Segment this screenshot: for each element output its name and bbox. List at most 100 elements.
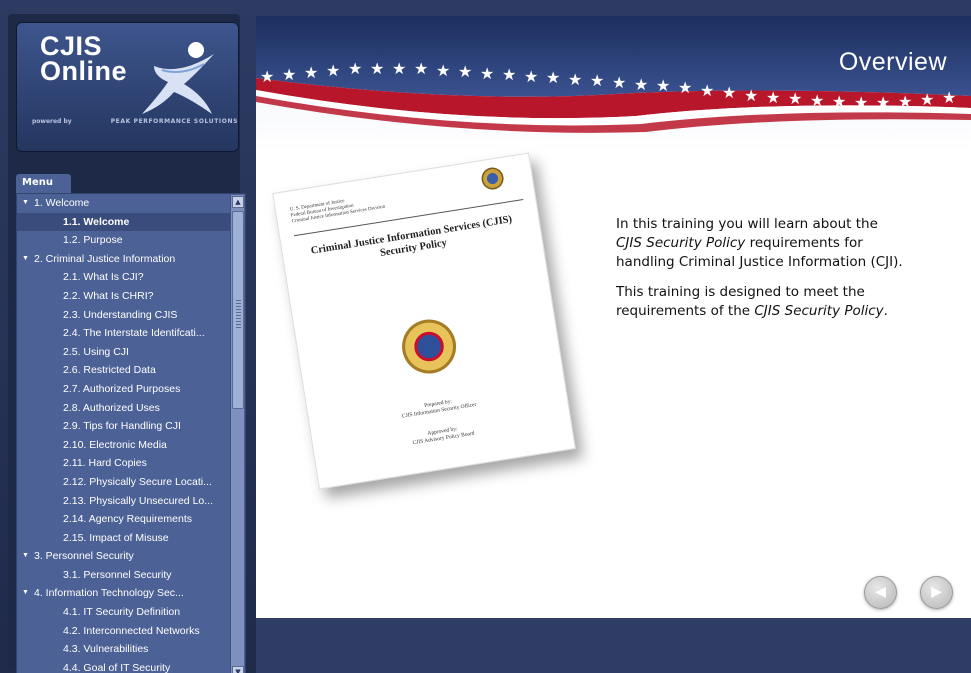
menu-item-label: 2.14. Agency Requirements: [63, 513, 192, 526]
menu-item[interactable]: 2.9. Tips for Handling CJI: [17, 417, 231, 436]
menu-item-label: 4.1. IT Security Definition: [63, 606, 181, 619]
menu-item[interactable]: 2.12. Physically Secure Locati...: [17, 473, 231, 492]
intro-text: In this training you will learn about th…: [616, 215, 906, 332]
logo: CJIS Online powered by PEAK PERFORMANCE …: [16, 22, 239, 152]
menu-item[interactable]: 2.14. Agency Requirements: [17, 510, 231, 529]
menu-item-label: 2.7. Authorized Purposes: [63, 382, 181, 395]
menu-item[interactable]: 2.2. What Is CHRI?: [17, 287, 231, 306]
menu-item[interactable]: 4.4. Goal of IT Security: [17, 659, 231, 673]
menu-item-label: 2. Criminal Justice Information: [34, 252, 176, 265]
menu-item-label: 4.3. Vulnerabilities: [63, 643, 149, 656]
svg-text:★: ★: [590, 71, 604, 90]
menu-section[interactable]: ▼ 2. Criminal Justice Information: [17, 250, 231, 269]
scrollbar-thumb[interactable]: [232, 211, 244, 409]
left-column: CJIS Online powered by PEAK PERFORMANCE …: [8, 14, 246, 673]
svg-text:★: ★: [260, 67, 274, 86]
expand-arrow-icon[interactable]: ▼: [22, 584, 29, 603]
svg-text:★: ★: [854, 93, 868, 112]
svg-text:★: ★: [370, 59, 384, 78]
menu-item-label: 2.1. What Is CJI?: [63, 271, 144, 284]
content-area: ★ ★ ★ ★ ★ ★ ★ ★ ★ ★ ★ ★ ★ ★ ★ ★ ★ ★ ★ ★ ★ ★ ★ ★ ★ ★ ★ ★ ★ ★ ★ ★ …: [256, 16, 971, 618]
menu-list: ▼ 1. Welcome 1.1. Welcome 1.2. Purpose ▼ 2. C…: [17, 194, 231, 673]
svg-text:★: ★: [480, 64, 494, 83]
svg-text:★: ★: [898, 92, 912, 111]
menu-item[interactable]: 2.6. Restricted Data: [17, 361, 231, 380]
svg-text:★: ★: [678, 78, 692, 97]
svg-text:★: ★: [876, 93, 890, 112]
svg-text:★: ★: [568, 70, 582, 89]
menu-panel: ▼ 1. Welcome 1.1. Welcome 1.2. Purpose ▼ 2. C…: [16, 193, 246, 673]
menu-item[interactable]: 1.2. Purpose: [17, 231, 231, 250]
svg-text:★: ★: [788, 89, 802, 108]
paragraph-text: In this training you will learn about th…: [616, 216, 878, 232]
flag-banner: ★ ★ ★ ★ ★ ★ ★ ★ ★ ★ ★ ★ ★ ★ ★ ★ ★ ★ ★ ★ ★ ★ ★ ★ ★ ★ ★ ★ ★ ★ ★ ★: [256, 16, 971, 151]
menu-item[interactable]: 4.2. Interconnected Networks: [17, 622, 231, 641]
menu-item-label: 2.11. Hard Copies: [63, 457, 147, 470]
expand-arrow-icon[interactable]: ▼: [22, 250, 29, 269]
logo-company: PEAK PERFORMANCE SOLUTIONS: [110, 118, 238, 125]
menu-tab[interactable]: Menu: [16, 174, 71, 194]
menu-item[interactable]: 1.1. Welcome: [17, 212, 231, 232]
menu-item[interactable]: 2.13. Physically Unsecured Lo...: [17, 492, 231, 511]
footer-bar: [256, 618, 971, 673]
svg-text:★: ★: [304, 63, 318, 82]
expand-arrow-icon[interactable]: ▼: [22, 194, 29, 213]
policy-document-image: U. S. Department of Justice Federal Bure…: [272, 152, 576, 490]
svg-text:★: ★: [414, 59, 428, 78]
app-frame: CJIS Online powered by PEAK PERFORMANCE …: [0, 0, 971, 673]
menu-item-label: 3. Personnel Security: [34, 550, 134, 563]
menu-section[interactable]: ▼ 1. Welcome: [17, 194, 231, 213]
menu-item[interactable]: 2.11. Hard Copies: [17, 454, 231, 473]
menu-item[interactable]: 2.15. Impact of Misuse: [17, 529, 231, 548]
logo-powered-by: powered by: [32, 118, 72, 125]
menu-item[interactable]: 2.8. Authorized Uses: [17, 399, 231, 418]
menu-section[interactable]: ▼ 4. Information Technology Sec...: [17, 584, 231, 603]
menu-item-label: 1. Welcome: [34, 197, 90, 209]
svg-text:★: ★: [282, 65, 296, 84]
page-title: Overview: [838, 48, 947, 76]
menu-item[interactable]: 2.10. Electronic Media: [17, 436, 231, 455]
scrollbar-grip: [236, 300, 241, 330]
menu-item-label: 1.2. Purpose: [63, 234, 123, 247]
svg-text:★: ★: [920, 90, 934, 109]
menu-item[interactable]: 3.1. Personnel Security: [17, 566, 231, 585]
intro-paragraph-2: This training is designed to meet the re…: [616, 283, 906, 321]
previous-button[interactable]: ◀: [864, 576, 897, 609]
svg-text:★: ★: [348, 59, 362, 78]
svg-text:★: ★: [744, 86, 758, 105]
menu-item[interactable]: 2.5. Using CJI: [17, 343, 231, 362]
menu-item[interactable]: 2.1. What Is CJI?: [17, 268, 231, 287]
menu-item-label: 4. Information Technology Sec...: [34, 587, 184, 600]
menu-item-label: 4.4. Goal of IT Security: [63, 661, 171, 673]
menu-scrollbar[interactable]: ▲ ▼: [230, 195, 244, 673]
menu-item-label: 2.6. Restricted Data: [63, 364, 156, 377]
svg-text:★: ★: [612, 73, 626, 92]
menu-item[interactable]: 2.3. Understanding CJIS: [17, 306, 231, 325]
menu-item-label: 2.2. What Is CHRI?: [63, 289, 154, 302]
menu-item-label: 2.8. Authorized Uses: [63, 401, 160, 414]
fbi-seal-icon: [479, 165, 506, 192]
menu-item-label: 2.3. Understanding CJIS: [63, 308, 178, 321]
menu-item[interactable]: 2.4. The Interstate Identifcati...: [17, 324, 231, 343]
policy-name: CJIS Security Policy: [616, 235, 746, 251]
menu-item[interactable]: 2.7. Authorized Purposes: [17, 380, 231, 399]
logo-figure-icon: [142, 42, 214, 114]
menu-item[interactable]: 4.3. Vulnerabilities: [17, 640, 231, 659]
svg-text:★: ★: [502, 65, 516, 84]
menu-item-label: 4.2. Interconnected Networks: [63, 624, 200, 637]
menu-item-label: 2.10. Electronic Media: [63, 438, 167, 451]
next-button[interactable]: ▶: [920, 576, 953, 609]
svg-text:★: ★: [634, 75, 648, 94]
menu-item[interactable]: 4.1. IT Security Definition: [17, 603, 231, 622]
scroll-down-icon[interactable]: ▼: [232, 666, 244, 673]
svg-text:★: ★: [810, 91, 824, 110]
menu-item-label: 2.9. Tips for Handling CJI: [63, 420, 181, 433]
menu-item-label: 2.5. Using CJI: [63, 345, 129, 358]
menu-section[interactable]: ▼ 3. Personnel Security: [17, 547, 231, 566]
cjis-seal-icon: [398, 315, 460, 378]
scroll-up-icon[interactable]: ▲: [232, 196, 244, 208]
paragraph-text: .: [883, 303, 888, 319]
expand-arrow-icon[interactable]: ▼: [22, 547, 29, 566]
svg-text:★: ★: [326, 61, 340, 80]
svg-text:★: ★: [700, 81, 714, 100]
